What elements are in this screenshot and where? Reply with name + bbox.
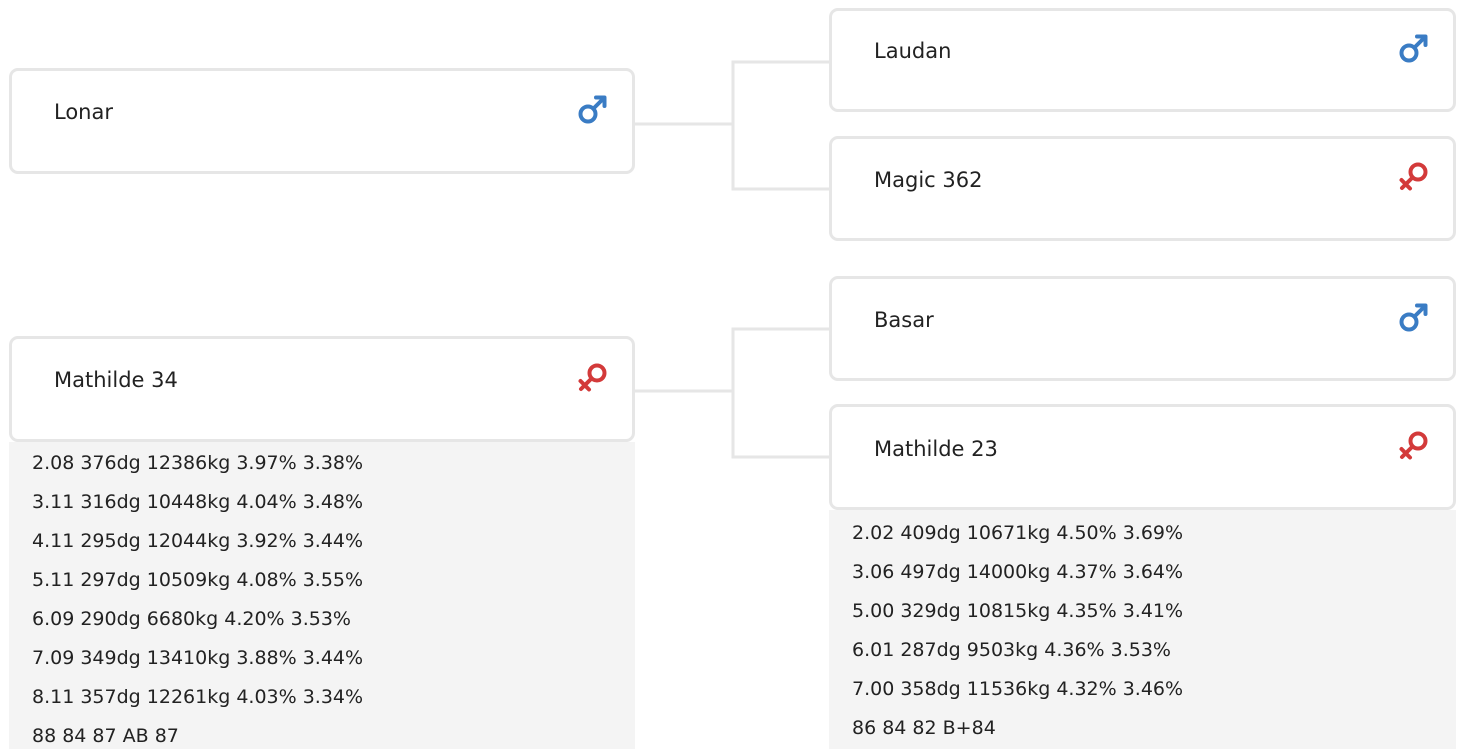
animal-name: Magic 362 — [874, 168, 983, 192]
stats-row: 2.02 409dg 10671kg 4.50% 3.69% — [852, 522, 1184, 544]
stats-row: 7.09 349dg 13410kg 3.88% 3.44% — [32, 647, 364, 669]
stats-row: 8.11 357dg 12261kg 4.03% 3.34% — [32, 686, 364, 708]
stats-row: 6.01 287dg 9503kg 4.36% 3.53% — [852, 639, 1171, 661]
animal-card-magic-362[interactable]: Magic 362 — [829, 136, 1456, 241]
male-icon — [578, 95, 607, 124]
female-icon — [1399, 431, 1428, 460]
stats-row: 88 84 87 AB 87 — [32, 725, 179, 747]
female-icon — [1399, 162, 1428, 191]
stats-row: 3.06 497dg 14000kg 4.37% 3.64% — [852, 561, 1184, 583]
animal-name: Mathilde 23 — [874, 437, 998, 461]
stats-row: 7.00 358dg 11536kg 4.32% 3.46% — [852, 678, 1184, 700]
animal-name: Lonar — [54, 100, 113, 124]
animal-card-laudan[interactable]: Laudan — [829, 8, 1456, 112]
stats-row: 2.08 376dg 12386kg 3.97% 3.38% — [32, 452, 364, 474]
stats-row: 86 84 82 B+84 — [852, 717, 996, 739]
animal-card-mathilde-34[interactable]: Mathilde 34 — [9, 336, 635, 442]
animal-stats-mathilde-34: 2.08 376dg 12386kg 3.97% 3.38% 3.11 316d… — [9, 442, 635, 749]
animal-name: Laudan — [874, 39, 952, 63]
female-icon — [578, 363, 607, 392]
stats-row: 4.11 295dg 12044kg 3.92% 3.44% — [32, 530, 364, 552]
male-icon — [1399, 34, 1428, 63]
animal-name: Mathilde 34 — [54, 368, 178, 392]
animal-card-lonar[interactable]: Lonar — [9, 68, 635, 174]
pedigree-diagram: Lonar Mathilde 34 2.08 376dg 12386kg 3.9… — [0, 0, 1461, 749]
connector-mathilde34-bracket — [731, 327, 832, 459]
stats-row: 5.00 329dg 10815kg 4.35% 3.41% — [852, 600, 1184, 622]
stats-row: 5.11 297dg 10509kg 4.08% 3.55% — [32, 569, 364, 591]
animal-name: Basar — [874, 308, 934, 332]
connector-lonar-bracket — [731, 60, 832, 191]
male-icon — [1399, 303, 1428, 332]
animal-stats-mathilde-23: 2.02 409dg 10671kg 4.50% 3.69% 3.06 497d… — [829, 510, 1456, 749]
animal-card-mathilde-23[interactable]: Mathilde 23 — [829, 404, 1456, 510]
stats-row: 6.09 290dg 6680kg 4.20% 3.53% — [32, 608, 351, 630]
stats-row: 3.11 316dg 10448kg 4.04% 3.48% — [32, 491, 364, 513]
animal-card-basar[interactable]: Basar — [829, 276, 1456, 381]
